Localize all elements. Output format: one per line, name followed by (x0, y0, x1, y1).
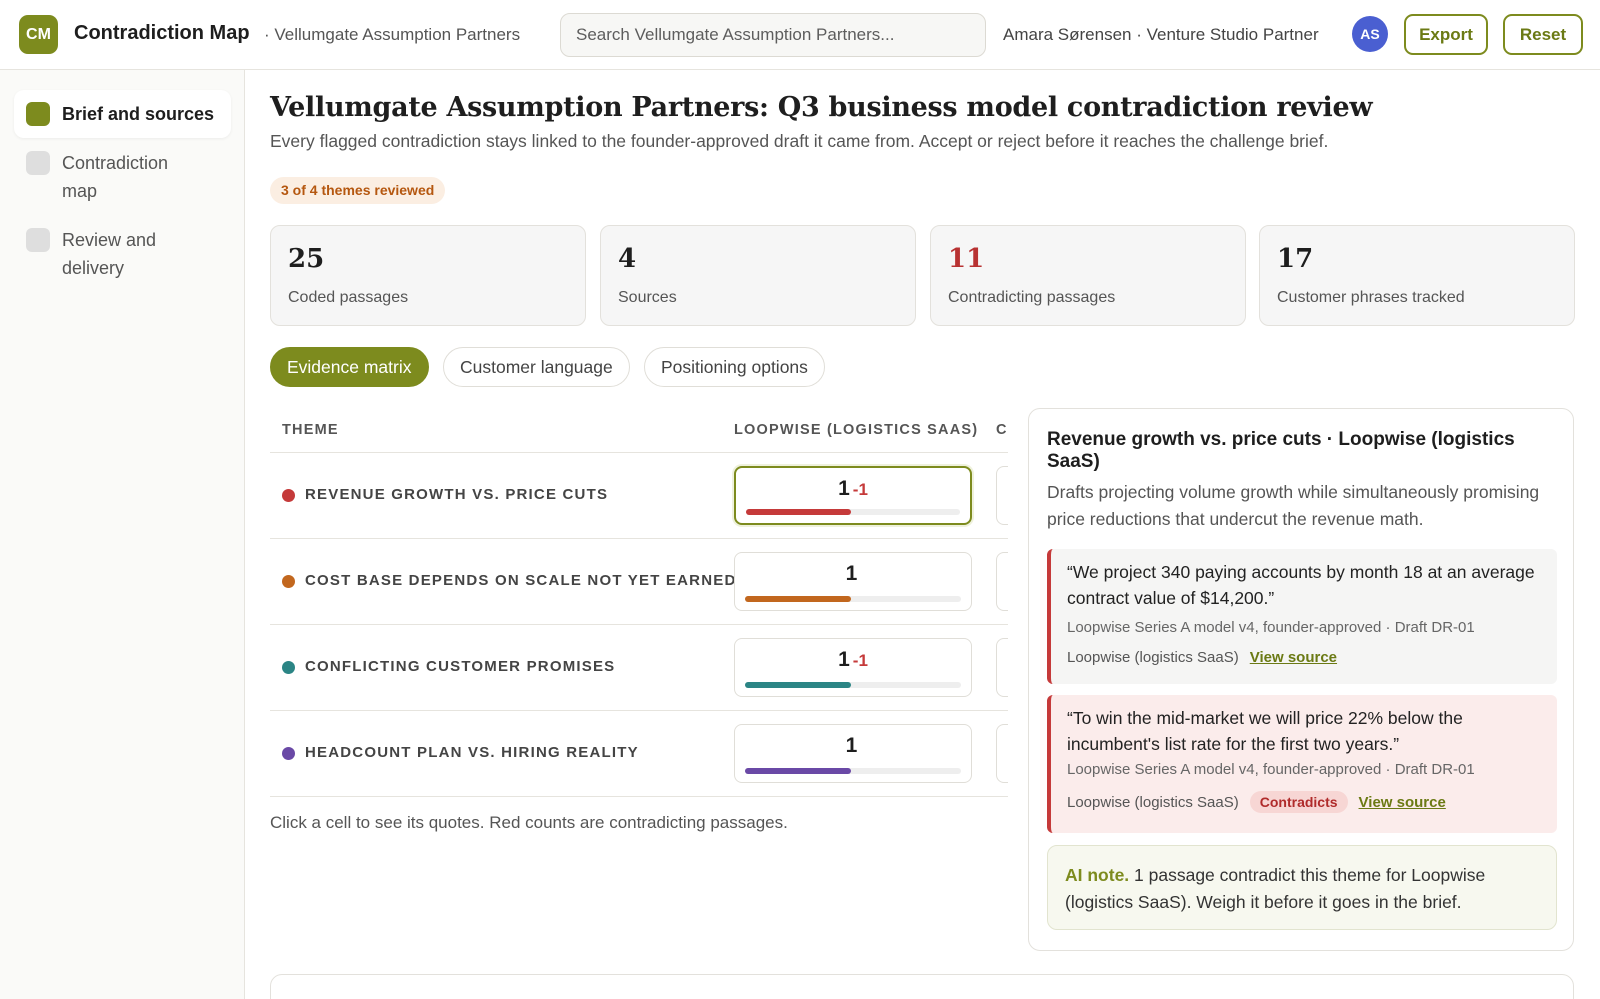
matrix-cell-next-column[interactable] (996, 466, 1008, 525)
matrix-cell-next-column[interactable] (996, 552, 1008, 611)
theme-color-dot (282, 747, 295, 760)
cell-bar-fill (745, 768, 851, 774)
ai-note-label: AI note. (1065, 865, 1130, 885)
quote-footer: Loopwise (logistics SaaS) View source (1067, 649, 1543, 666)
draft-card (270, 974, 1574, 999)
matrix-cell[interactable]: 1 (734, 552, 972, 611)
quote-card: “We project 340 paying accounts by month… (1047, 549, 1557, 684)
contradiction-count: -1 (852, 480, 868, 499)
stat-value: 4 (618, 244, 637, 274)
quote-text: “To win the mid-market we will price 22%… (1067, 708, 1463, 754)
matrix-cell[interactable]: 1 (734, 724, 972, 783)
step-status-icon (26, 228, 50, 252)
view-source-link[interactable]: View source (1359, 794, 1446, 811)
stat-card-customer-phrases: 17 Customer phrases tracked (1259, 225, 1575, 326)
sidebar-item-contradiction-map[interactable]: Contradiction map (14, 139, 231, 215)
cell-bar-fill (746, 509, 851, 515)
table-row: HEADCOUNT PLAN VS. HIRING REALITY 1 (270, 711, 1008, 797)
sidebar-item-label: Brief and sources (62, 104, 215, 124)
page-title: Vellumgate Assumption Partners: Q3 busin… (270, 92, 1373, 123)
stat-value: 11 (948, 244, 985, 274)
stat-card-sources: 4 Sources (600, 225, 916, 326)
cell-detail-panel: Revenue growth vs. price cuts · Loopwise… (1028, 408, 1574, 951)
matrix-hint: Click a cell to see its quotes. Red coun… (270, 813, 788, 832)
cell-bar-track (746, 509, 960, 515)
cell-count: 1 -1 (838, 477, 868, 500)
quote-company: Loopwise (logistics SaaS) (1067, 649, 1239, 666)
export-button[interactable]: Export (1404, 14, 1488, 55)
tab-positioning-options[interactable]: Positioning options (644, 347, 825, 387)
cell-count: 1 (845, 734, 858, 757)
avatar[interactable]: AS (1352, 16, 1388, 52)
sidebar-item-brief-and-sources[interactable]: Brief and sources (14, 90, 231, 138)
theme-label: HEADCOUNT PLAN VS. HIRING REALITY (305, 744, 639, 761)
contradicts-badge: Contradicts (1249, 791, 1348, 813)
stat-card-contradicting-passages: 11 Contradicting passages (930, 225, 1246, 326)
quote-company: Loopwise (logistics SaaS) (1067, 793, 1239, 811)
cell-count: 1 -1 (838, 648, 868, 671)
theme-color-dot (282, 661, 295, 674)
cell-count: 1 (845, 562, 858, 585)
quote-footer: Loopwise (logistics SaaS) Contradicts Vi… (1067, 791, 1543, 813)
company-column-header: LOOPWISE (LOGISTICS SAAS) (734, 422, 979, 438)
stat-label: Customer phrases tracked (1277, 289, 1465, 306)
stat-label: Sources (618, 289, 677, 306)
cell-bar-track (745, 768, 961, 774)
cell-bar-fill (745, 596, 851, 602)
sidebar-item-review-and-delivery[interactable]: Review and delivery (14, 216, 231, 292)
table-row: CONFLICTING CUSTOMER PROMISES 1 -1 (270, 625, 1008, 711)
sidebar: Brief and sources Contradiction map Revi… (0, 70, 245, 999)
ai-note: AI note. 1 passage contradict this theme… (1047, 845, 1557, 930)
quote-text: “We project 340 paying accounts by month… (1067, 562, 1535, 608)
top-bar: CM Contradiction Map · Vellumgate Assump… (0, 0, 1600, 70)
sidebar-item-label: Contradiction map (62, 153, 169, 201)
stat-value: 25 (288, 244, 325, 274)
user-name: Amara Sørensen · Venture Studio Partner (1003, 25, 1319, 44)
sidebar-item-label: Review and delivery (62, 230, 157, 278)
review-progress-badge: 3 of 4 themes reviewed (270, 177, 446, 204)
stat-label: Coded passages (288, 289, 409, 306)
ai-note-text: 1 passage contradict this theme for Loop… (1065, 865, 1486, 912)
matrix-cell[interactable]: 1 -1 (734, 466, 972, 525)
matrix-cell-next-column[interactable] (996, 724, 1008, 783)
cell-bar-fill (745, 682, 851, 688)
table-row: REVENUE GROWTH VS. PRICE CUTS 1 -1 (270, 453, 1008, 539)
theme-color-dot (282, 489, 295, 502)
theme-label: REVENUE GROWTH VS. PRICE CUTS (305, 486, 609, 503)
quote-card-contradicting: “To win the mid-market we will price 22%… (1047, 695, 1557, 833)
view-source-link[interactable]: View source (1250, 649, 1337, 666)
table-row: COST BASE DEPENDS ON SCALE NOT YET EARNE… (270, 539, 1008, 625)
reset-button[interactable]: Reset (1503, 14, 1583, 55)
cell-bar-track (745, 596, 961, 602)
step-status-icon (26, 102, 50, 126)
cell-bar-track (745, 682, 961, 688)
stat-card-coded-passages: 25 Coded passages (270, 225, 586, 326)
app-logo: CM (19, 15, 58, 54)
matrix-cell-next-column[interactable] (996, 638, 1008, 697)
page-subtitle: Every flagged contradiction stays linked… (270, 131, 1329, 151)
next-column-header: C (996, 422, 1008, 438)
stat-value: 17 (1277, 244, 1314, 274)
quote-source: Loopwise Series A model v4, founder-appr… (1067, 619, 1475, 636)
theme-column-header: THEME (282, 422, 339, 438)
detail-description: Drafts projecting volume growth while si… (1047, 482, 1540, 529)
evidence-matrix: THEME LOOPWISE (LOGISTICS SAAS) C REVENU… (270, 408, 1008, 800)
org-breadcrumb: · Vellumgate Assumption Partners (264, 25, 521, 44)
quote-source: Loopwise Series A model v4, founder-appr… (1067, 761, 1475, 778)
matrix-cell[interactable]: 1 -1 (734, 638, 972, 697)
search-input[interactable] (560, 13, 986, 57)
tab-customer-language[interactable]: Customer language (443, 347, 630, 387)
theme-label: CONFLICTING CUSTOMER PROMISES (305, 658, 616, 675)
tab-evidence-matrix[interactable]: Evidence matrix (270, 347, 429, 387)
detail-title: Revenue growth vs. price cuts · Loopwise… (1047, 429, 1515, 472)
step-status-icon (26, 151, 50, 175)
stat-label: Contradicting passages (948, 289, 1116, 306)
contradiction-count: -1 (852, 651, 868, 670)
theme-label: COST BASE DEPENDS ON SCALE NOT YET EARNE… (305, 572, 737, 589)
app-title: Contradiction Map (74, 22, 250, 44)
theme-color-dot (282, 575, 295, 588)
